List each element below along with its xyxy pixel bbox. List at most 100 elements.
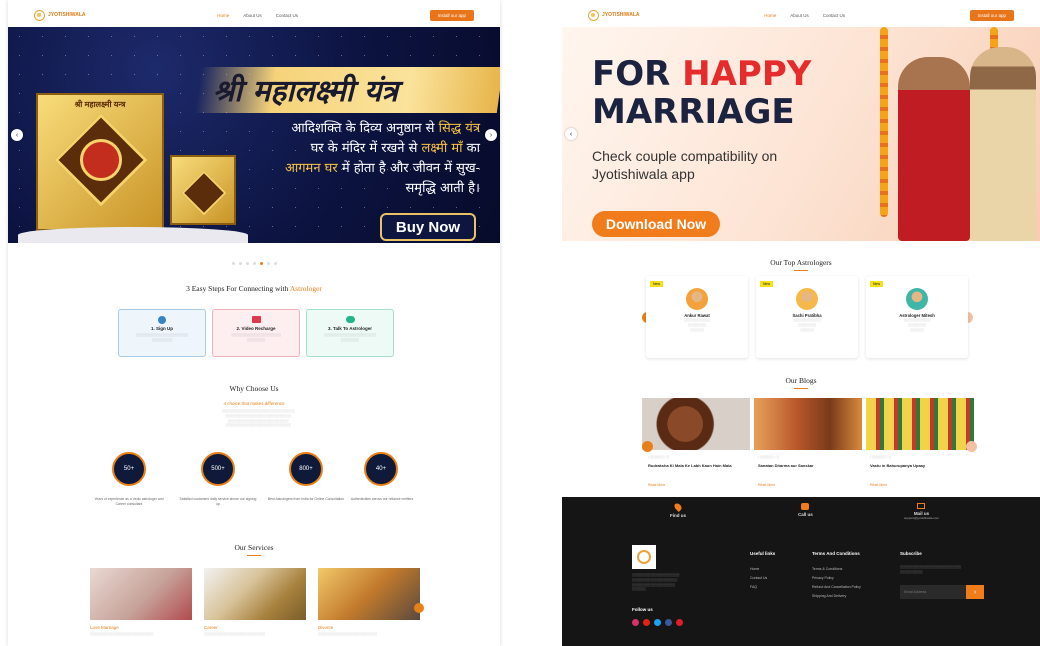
astrologer-card[interactable]: New Sachi Pratibha ░░░░░░░░░░░░ ░░░░░░░░ ░…	[756, 276, 858, 358]
blog-read-more[interactable]: Read More	[870, 483, 887, 487]
footer-link-terms[interactable]: Terms & Conditions	[812, 565, 861, 574]
carousel-dot[interactable]	[238, 262, 242, 265]
service-label[interactable]: Love Marriage	[90, 625, 119, 630]
nav-link-about[interactable]: About Us	[243, 13, 262, 18]
blog-image-rudraksha[interactable]	[642, 398, 750, 450]
avatar	[796, 288, 818, 310]
steps-title-highlight: Astrologer	[289, 284, 322, 293]
blog-image-vastu[interactable]	[866, 398, 974, 450]
yantra-label: श्री महालक्ष्मी यन्त्र	[74, 100, 126, 109]
astrologer-card[interactable]: New Astrologer Mitesh ░░░░░░░░░░░░ ░░░░░░…	[866, 276, 968, 358]
step-description: ░░░░░░░░░░░░░░░░░░░░░░░ ░░░░░░░░░	[136, 333, 188, 342]
footer-link-refund[interactable]: Refund And Cancellation Policy	[812, 583, 861, 592]
service-description: ░░░░░░░░░░░░░░░░░░░░░░░░░░	[318, 632, 377, 636]
bride-figure	[898, 57, 970, 241]
brand-logo[interactable]: JYOTISHIWALA	[588, 9, 640, 21]
instagram-icon[interactable]	[632, 619, 639, 626]
location-icon	[673, 502, 683, 512]
hero-hindi-text: आदिशक्ति के दिव्य अनुष्ठान से सिद्ध यंत्…	[220, 119, 480, 199]
subscribe-submit-button[interactable]: ›	[966, 585, 984, 599]
follow-us-label: Follow us	[632, 607, 653, 612]
contact-mail-us[interactable]: Mail us support@jyotishiwala.com	[904, 503, 939, 520]
step-description: ░░░░░░░░░░░░░░░░░░░░░░░ ░░░░░░░░	[324, 333, 376, 342]
twitter-icon[interactable]	[654, 619, 661, 626]
hero-line-2c: का	[462, 141, 480, 156]
footer-link-contact[interactable]: Contact Us	[750, 574, 767, 583]
brand-logo[interactable]: JYOTISHIWALA	[34, 9, 86, 21]
hero-subtext: Check couple compatibility on Jyotishiwa…	[592, 147, 777, 183]
hero-banner-marriage: FOR HAPPY MARRIAGE Check couple compatib…	[562, 27, 1040, 241]
astrologer-card[interactable]: New Ankur Rawat ░░░░░░░░░░░░ ░░░░░░░░ ░░░░…	[646, 276, 748, 358]
buy-now-button[interactable]: Buy Now	[380, 213, 476, 241]
useful-links-list: Home Contact Us FAQ	[750, 565, 767, 592]
wallet-icon	[251, 316, 261, 323]
nav-link-contact[interactable]: Contact Us	[276, 13, 298, 18]
hero-line-2: MARRIAGE	[592, 92, 795, 132]
footer-link-privacy[interactable]: Privacy Policy	[812, 574, 861, 583]
stat-circle: 800+	[289, 452, 323, 486]
carousel-dot[interactable]	[252, 262, 256, 265]
why-title-text: Why Choose Us	[229, 384, 279, 393]
stat-caption: Authenticities across our reliance verif…	[350, 497, 414, 501]
yantra-product-large: श्री महालक्ष्मी यन्त्र	[36, 93, 164, 231]
carousel-dot-active[interactable]	[259, 262, 263, 265]
blog-read-more[interactable]: Read More	[758, 483, 775, 487]
blog-title[interactable]: Sanatan Dharma aur Sanskar	[758, 463, 858, 468]
services-next-arrow[interactable]	[414, 603, 424, 613]
carousel-dot[interactable]	[245, 262, 249, 265]
contact-call-us[interactable]: Call us	[798, 503, 813, 517]
phone-icon	[801, 503, 810, 510]
service-image-love[interactable]	[90, 568, 192, 620]
service-image-divorce[interactable]	[318, 568, 420, 620]
product-pedestal	[18, 227, 248, 243]
blog-image-sanatan[interactable]	[754, 398, 862, 450]
carousel-dot[interactable]	[273, 262, 277, 265]
blogs-title: Our Blogs	[562, 376, 1040, 389]
blog-title[interactable]: Vastu in Bahurupanya Upaay	[870, 463, 970, 468]
nav-link-about[interactable]: About Us	[790, 13, 809, 18]
youtube-icon[interactable]	[643, 619, 650, 626]
brand-name: JYOTISHIWALA	[48, 12, 86, 18]
sun-logo-icon	[34, 9, 45, 21]
carousel-prev-arrow[interactable]: ‹	[11, 129, 23, 141]
step-card-talk[interactable]: 3. Talk To Astrologer ░░░░░░░░░░░░░░░░░░…	[306, 309, 394, 357]
service-label[interactable]: Divorce	[318, 625, 333, 630]
blogs-next-arrow[interactable]	[966, 441, 977, 452]
useful-links-title: Useful links	[750, 551, 776, 556]
carousel-next-arrow[interactable]: ›	[485, 129, 497, 141]
blog-title[interactable]: Rudraksha Ki Mala Ke Labh Kaun Hain Mala	[648, 463, 748, 468]
install-app-button[interactable]: Install our app	[429, 9, 474, 21]
services-title: Our Services	[8, 543, 500, 556]
avatar	[906, 288, 928, 310]
download-now-button[interactable]: Download Now	[592, 211, 720, 237]
carousel-dot[interactable]	[231, 262, 235, 265]
yantra-center-icon	[80, 139, 122, 181]
stat-caption: Best Astrologers from India for Online C…	[267, 497, 345, 501]
subscribe-email-input[interactable]: Email Address	[900, 585, 966, 599]
blog-read-more[interactable]: Read More	[648, 483, 665, 487]
blog-meta: ▫ ░░░░░░ ▫ ░	[648, 455, 669, 459]
facebook-icon[interactable]	[665, 619, 672, 626]
user-icon	[158, 316, 166, 324]
pinterest-icon[interactable]	[676, 619, 683, 626]
blogs-prev-arrow[interactable]	[642, 441, 653, 452]
nav-link-home[interactable]: Home	[217, 13, 229, 18]
carousel-prev-arrow[interactable]: ‹	[565, 128, 577, 140]
left-page-screenshot: JYOTISHIWALA Home About Us Contact Us In…	[8, 0, 500, 646]
stat-circle: 50+	[112, 452, 146, 486]
hero-line-1a: आदिशक्ति के दिव्य अनुष्ठान से	[291, 121, 439, 136]
carousel-dot[interactable]	[266, 262, 270, 265]
contact-find-us[interactable]: Find us	[670, 502, 686, 518]
step-card-recharge[interactable]: 2. Video Recharge ░░░░░░░░░░░░░░░░░░░░░░…	[212, 309, 300, 357]
nav-link-contact[interactable]: Contact Us	[823, 13, 845, 18]
service-label[interactable]: Career	[204, 625, 218, 630]
footer-link-shipping[interactable]: Shipping And Delivery	[812, 592, 861, 601]
step-card-sign-up[interactable]: 1. Sign Up ░░░░░░░░░░░░░░░░░░░░░░░ ░░░░░░…	[118, 309, 206, 357]
nav-link-home[interactable]: Home	[764, 13, 776, 18]
footer-link-faq[interactable]: FAQ	[750, 583, 767, 592]
footer-link-home[interactable]: Home	[750, 565, 767, 574]
service-image-career[interactable]	[204, 568, 306, 620]
steps-section-title: 3 Easy Steps For Connecting with Astrolo…	[8, 284, 500, 293]
services-title-text: Our Services	[234, 543, 274, 552]
install-app-button[interactable]: Install our app	[969, 9, 1014, 21]
